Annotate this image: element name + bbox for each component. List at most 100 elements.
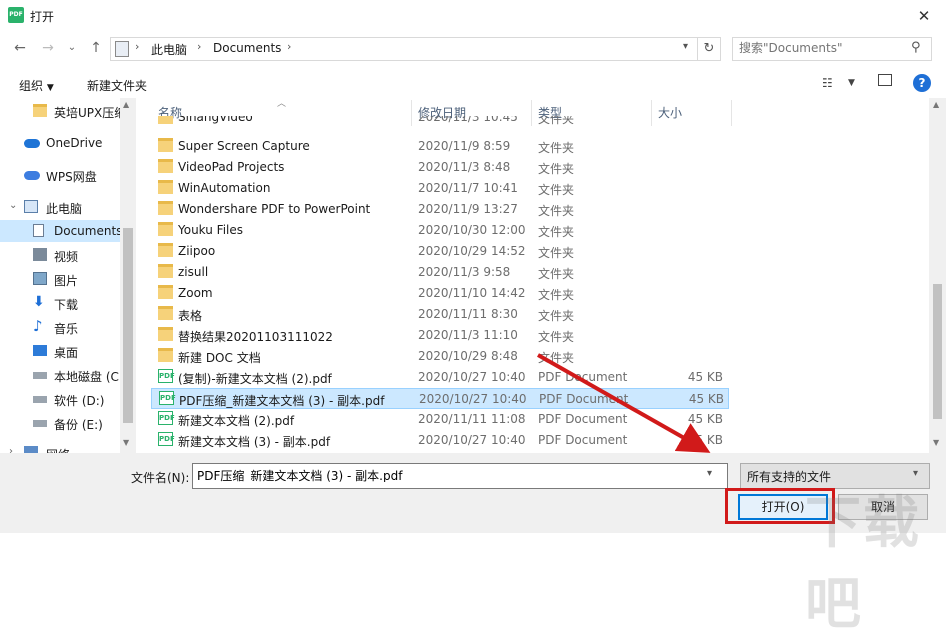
table-row[interactable]: SihangVideo 2020/11/3 10:45 文件夹 xyxy=(151,116,729,130)
sidebar-item-documents[interactable]: Documents xyxy=(0,220,122,242)
breadcrumb-documents[interactable]: Documents xyxy=(213,41,281,55)
breadcrumb-this-pc[interactable]: 此电脑 xyxy=(151,41,187,58)
table-row[interactable]: Youku Files 2020/10/30 12:00 文件夹 xyxy=(151,220,729,241)
table-row[interactable]: 替换结果20201103111022 2020/11/3 11:10 文件夹 xyxy=(151,325,729,346)
file-type: 文件夹 xyxy=(538,309,575,323)
sidebar-item-desktop[interactable]: 桌面 xyxy=(0,340,120,362)
filename-label: 文件名(N): xyxy=(131,471,190,485)
file-name: 新建文本文档 (3) - 副本.pdf xyxy=(178,435,331,449)
chevron-down-icon[interactable]: ▾ xyxy=(683,41,688,52)
up-arrow-icon[interactable]: ↑ xyxy=(86,38,106,58)
chevron-down-icon: ▼ xyxy=(46,83,54,93)
table-row[interactable]: 新建 DOC 文档 2020/10/29 8:48 文件夹 xyxy=(151,346,729,367)
filename-combobox[interactable]: ▾ xyxy=(192,463,728,489)
sidebar-scrollbar[interactable]: ▲ ▼ xyxy=(120,98,136,453)
file-type: PDF Document xyxy=(538,433,628,447)
scroll-up-icon[interactable]: ▲ xyxy=(123,100,129,109)
music-icon: ♪ xyxy=(33,317,43,335)
file-date: 2020/10/30 12:00 xyxy=(418,223,526,237)
table-row[interactable]: Super Screen Capture 2020/11/9 8:59 文件夹 xyxy=(151,136,729,157)
refresh-icon[interactable]: ↻ xyxy=(698,37,721,61)
table-row[interactable]: Zoom 2020/11/10 14:42 文件夹 xyxy=(151,283,729,304)
cloud-icon xyxy=(24,139,40,148)
address-bar[interactable]: › 此电脑 › Documents › ▾ xyxy=(110,37,698,61)
chevron-right-icon[interactable]: › xyxy=(197,40,201,53)
chevron-down-icon[interactable]: ▾ xyxy=(707,468,712,479)
organize-button[interactable]: 组织 ▼ xyxy=(19,77,54,94)
table-row[interactable]: PDF (复制)-新建文本文档 (2).pdf 2020/10/27 10:40… xyxy=(151,367,729,388)
folder-icon xyxy=(158,348,173,362)
file-date: 2020/10/27 10:40 xyxy=(419,392,527,406)
table-row[interactable]: PDF 新建文本文档 (2).pdf 2020/11/11 11:08 PDF … xyxy=(151,409,729,430)
file-name: 替换结果20201103111022 xyxy=(178,330,333,344)
filename-input[interactable] xyxy=(197,468,697,482)
table-row[interactable]: Wondershare PDF to PowerPoint 2020/11/9 … xyxy=(151,199,729,220)
file-date: 2020/10/29 8:48 xyxy=(418,349,518,363)
scroll-down-icon[interactable]: ▼ xyxy=(933,438,939,447)
table-row[interactable]: Ziipoo 2020/10/29 14:52 文件夹 xyxy=(151,241,729,262)
sidebar-item-this-pc[interactable]: ⌄ 此电脑 xyxy=(0,196,120,218)
file-name: VideoPad Projects xyxy=(178,160,285,174)
sidebar-item-pictures[interactable]: 图片 xyxy=(0,268,120,290)
file-name: WinAutomation xyxy=(178,181,271,195)
sidebar-item-drive-d[interactable]: 软件 (D:) xyxy=(0,388,120,410)
file-date: 2020/11/11 8:30 xyxy=(418,307,518,321)
sidebar-item-wps[interactable]: WPS网盘 xyxy=(0,164,120,186)
column-divider[interactable] xyxy=(731,100,732,126)
chevron-down-icon[interactable]: ⌄ xyxy=(9,200,17,211)
folder-icon xyxy=(158,243,173,257)
help-icon[interactable]: ? xyxy=(913,74,931,92)
forward-arrow-icon[interactable]: → xyxy=(38,38,58,58)
drive-icon xyxy=(33,420,47,427)
file-name: (复制)-新建文本文档 (2).pdf xyxy=(178,372,332,386)
search-input[interactable] xyxy=(739,41,909,55)
table-row[interactable]: 表格 2020/11/11 8:30 文件夹 xyxy=(151,304,729,325)
table-row[interactable]: zisull 2020/11/3 9:58 文件夹 xyxy=(151,262,729,283)
scroll-up-icon[interactable]: ▲ xyxy=(933,100,939,109)
table-row[interactable]: VideoPad Projects 2020/11/3 8:48 文件夹 xyxy=(151,157,729,178)
table-row[interactable]: WinAutomation 2020/11/7 10:41 文件夹 xyxy=(151,178,729,199)
search-icon[interactable]: ⚲ xyxy=(911,40,921,55)
sidebar-scrollbar-thumb[interactable] xyxy=(123,228,133,423)
file-name: PDF压缩_新建文本文档 (3) - 副本.pdf xyxy=(179,394,385,408)
new-folder-button[interactable]: 新建文件夹 xyxy=(87,77,147,94)
file-type: 文件夹 xyxy=(538,351,575,365)
sidebar-item-label: 英培UPX压缩 xyxy=(54,106,127,120)
close-icon[interactable]: ✕ xyxy=(906,2,942,30)
file-name: Zoom xyxy=(178,286,213,300)
view-options-icon[interactable]: ☷ xyxy=(822,76,833,90)
chevron-down-icon[interactable]: ▼ xyxy=(848,78,855,88)
sidebar-item-videos[interactable]: 视频 xyxy=(0,244,120,266)
sidebar-item-label: 备份 (E:) xyxy=(54,418,103,432)
table-row[interactable]: PDF 新建文本文档 (3) - 副本.pdf 2020/10/27 10:40… xyxy=(151,430,729,451)
folder-icon xyxy=(158,159,173,173)
table-row-selected[interactable]: PDF PDF压缩_新建文本文档 (3) - 副本.pdf 2020/10/27… xyxy=(151,388,729,409)
chevron-right-icon[interactable]: › xyxy=(287,40,291,53)
folder-icon xyxy=(158,222,173,236)
pdf-file-icon: PDF xyxy=(159,391,176,405)
preview-pane-icon[interactable] xyxy=(878,74,892,86)
file-name: zisull xyxy=(178,265,209,279)
search-box[interactable]: ⚲ xyxy=(732,37,932,61)
scroll-down-icon[interactable]: ▼ xyxy=(123,438,129,447)
sidebar-item-downloads[interactable]: ⬇ 下载 xyxy=(0,292,120,314)
recent-locations-chevron-icon[interactable]: ⌄ xyxy=(62,38,82,58)
chevron-right-icon[interactable]: › xyxy=(135,40,139,53)
file-date: 2020/11/3 11:10 xyxy=(418,328,518,342)
sidebar-item-network[interactable]: › 网络 xyxy=(0,442,120,453)
sidebar-item-label: 软件 (D:) xyxy=(54,394,105,408)
back-arrow-icon[interactable]: ← xyxy=(10,38,30,58)
folder-icon xyxy=(158,306,173,320)
sidebar-item-upx[interactable]: 英培UPX压缩 xyxy=(0,100,126,122)
sidebar-item-drive-c[interactable]: 本地磁盘 (C:) xyxy=(0,364,128,386)
file-list-scrollbar-thumb[interactable] xyxy=(933,284,942,419)
file-date: 2020/11/9 8:59 xyxy=(418,139,511,153)
sidebar-item-music[interactable]: ♪ 音乐 xyxy=(0,316,120,338)
file-list-scrollbar[interactable]: ▲ ▼ xyxy=(929,98,946,453)
sidebar-item-onedrive[interactable]: OneDrive xyxy=(0,132,120,154)
file-name: 新建文本文档 (2).pdf xyxy=(178,414,295,428)
sidebar-item-drive-e[interactable]: 备份 (E:) xyxy=(0,412,120,434)
chevron-right-icon[interactable]: › xyxy=(9,446,13,453)
file-type: 文件夹 xyxy=(538,267,575,281)
file-size: 45 KB xyxy=(687,370,723,384)
